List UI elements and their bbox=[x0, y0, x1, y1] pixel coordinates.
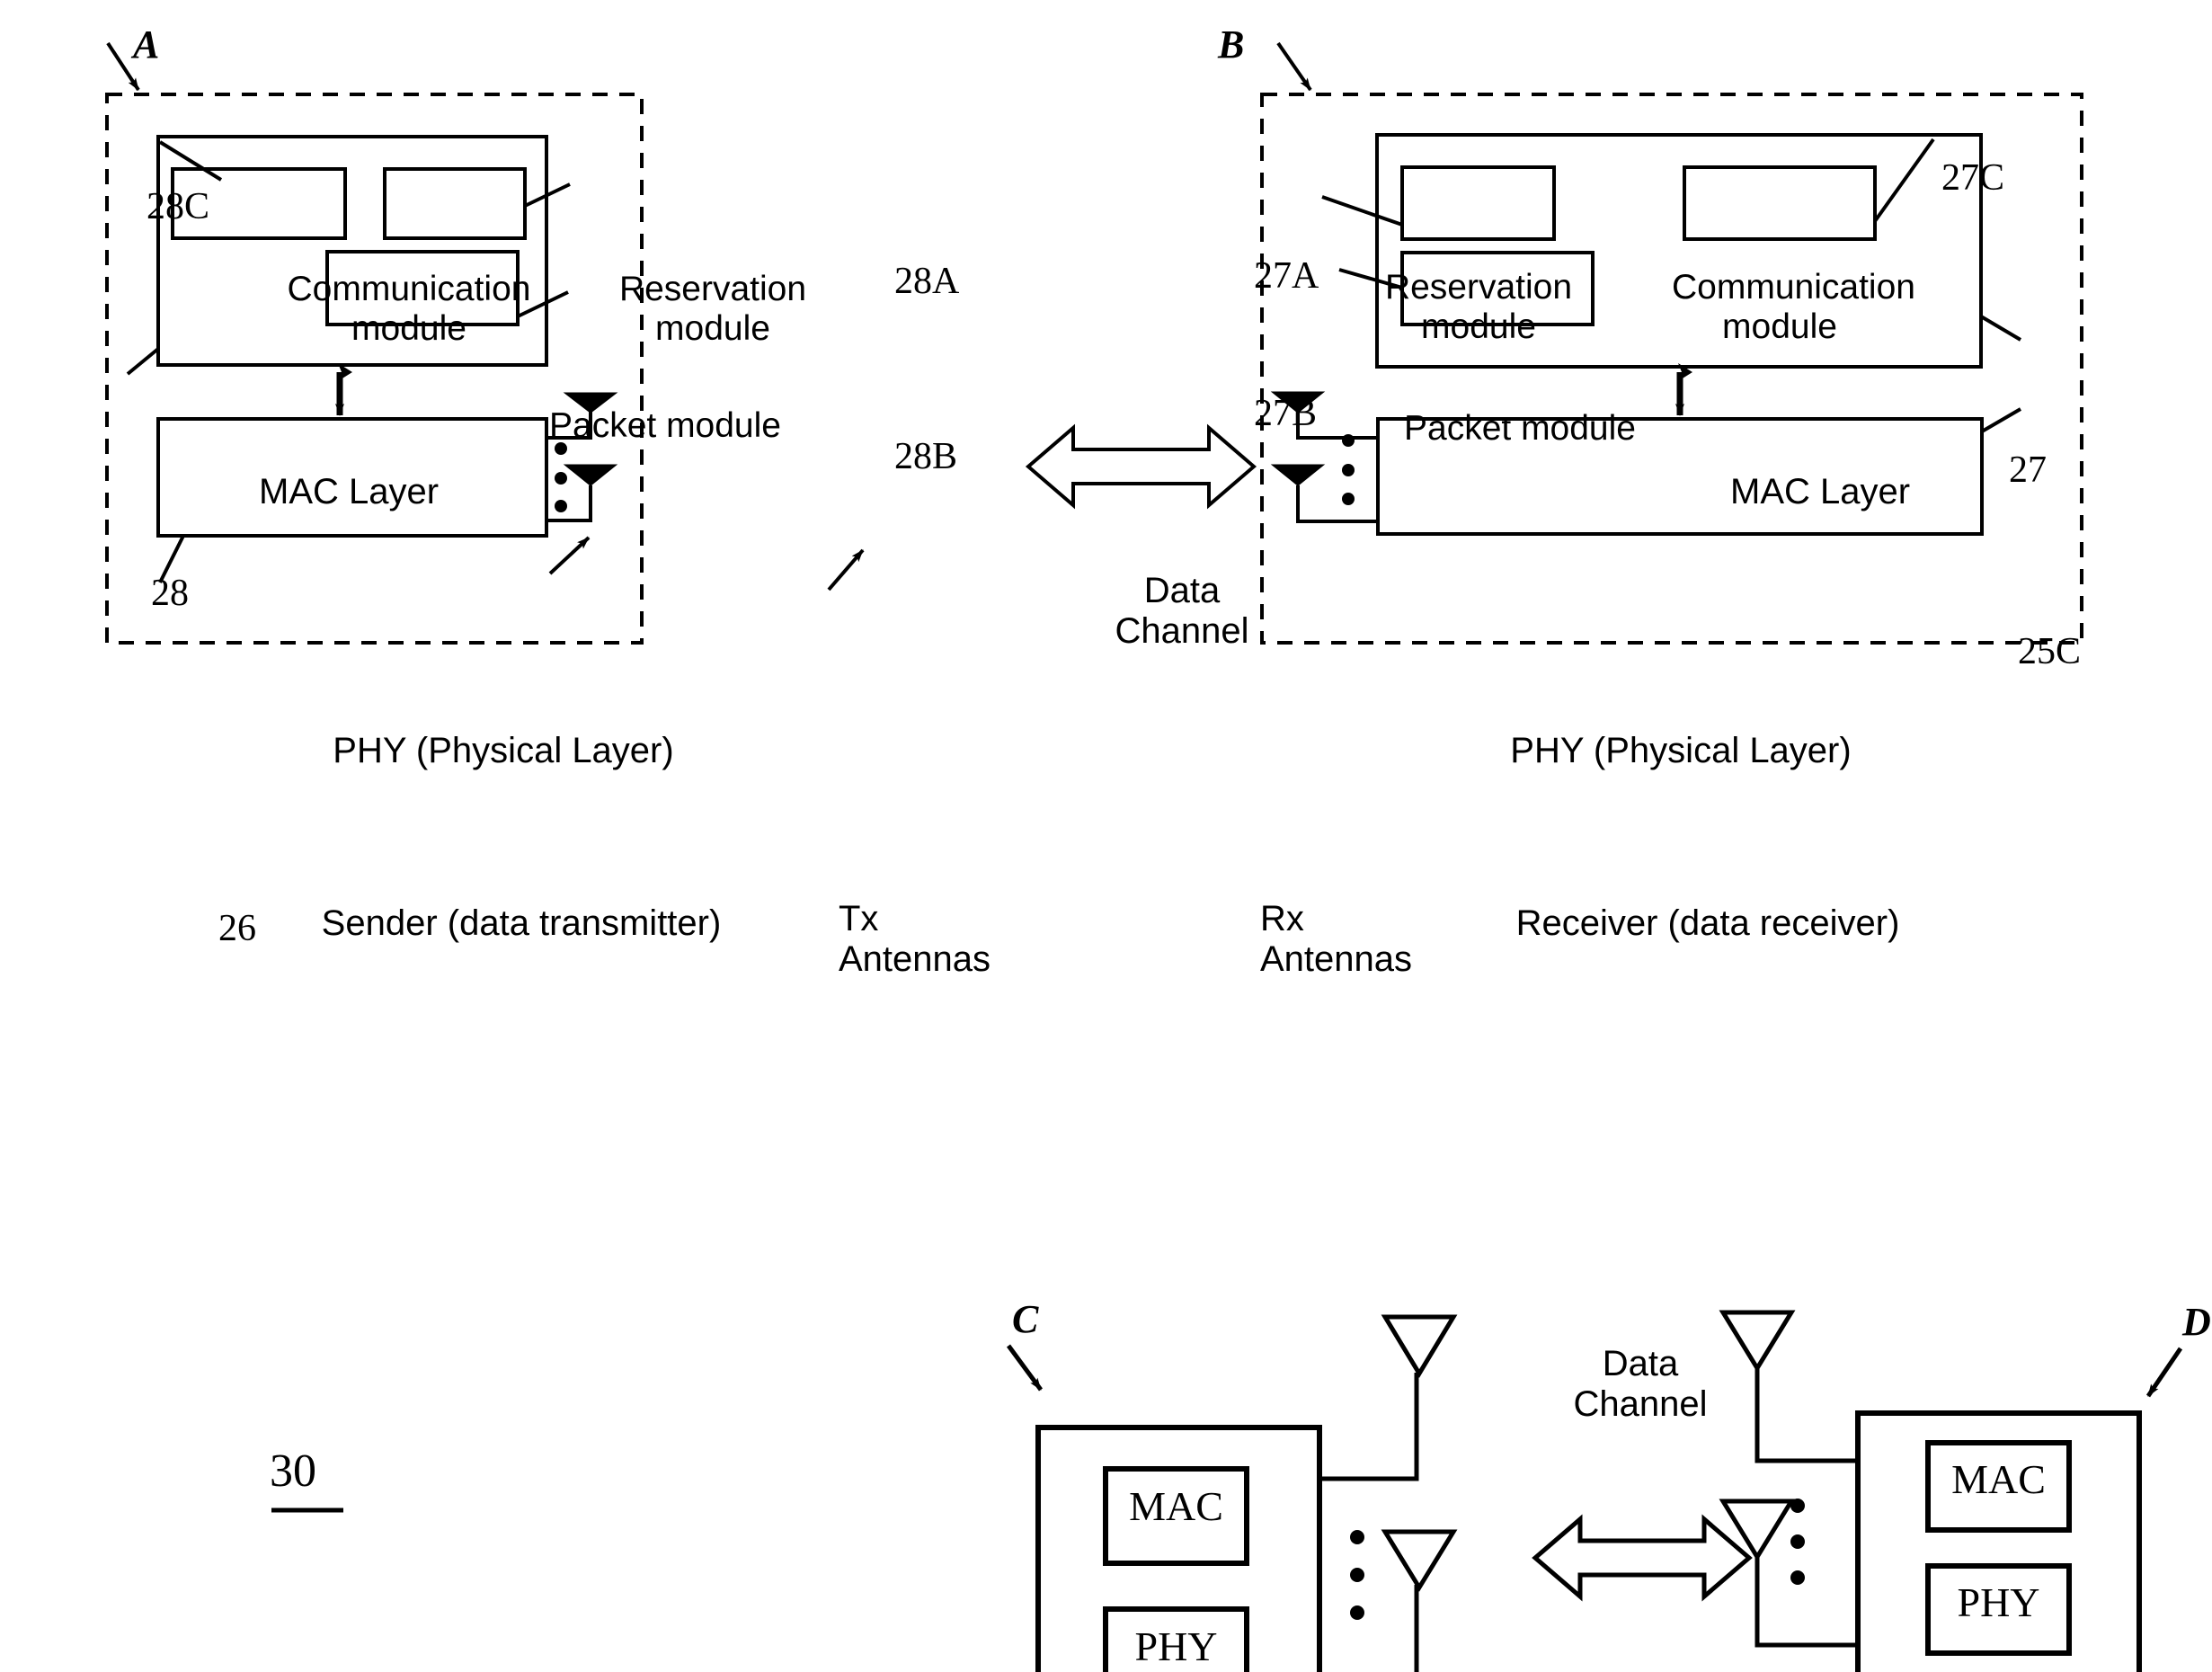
bottom-data-channel-arrow bbox=[1532, 1514, 1753, 1602]
top-data-channel-label: Data Channel bbox=[1115, 571, 1249, 651]
device-a-packet-module-label: Packet module bbox=[549, 406, 781, 445]
tx-antennas-label: Tx Antennas bbox=[839, 899, 991, 979]
ref-28-label: 28 bbox=[151, 573, 189, 614]
tx-antennas-leader bbox=[548, 536, 591, 575]
ref-27a-leader bbox=[1321, 195, 1403, 227]
patent-figure-canvas: A 28C 28A 28B 28 26 Communication module… bbox=[0, 0, 2212, 1672]
device-b-antenna-feed-bottom-line bbox=[1296, 485, 1378, 523]
device-b-role-label: Receiver (data receiver) bbox=[1515, 903, 1900, 943]
device-b-antenna-dot-2 bbox=[1342, 464, 1355, 476]
figure-number-label: 30 bbox=[270, 1445, 316, 1497]
device-c-antenna-dot-1 bbox=[1350, 1530, 1364, 1544]
device-d-box bbox=[1855, 1410, 2142, 1672]
device-b-antenna-dot-3 bbox=[1342, 493, 1355, 505]
ref-28a-label: 28A bbox=[894, 261, 960, 302]
device-d-antenna-dot-1 bbox=[1790, 1499, 1805, 1513]
device-d-antenna-feed-top bbox=[1754, 1367, 1858, 1463]
device-d-antenna-dot-2 bbox=[1790, 1534, 1805, 1549]
device-a-mac-layer-label: MAC Layer bbox=[259, 472, 440, 511]
device-b-communication-module-box bbox=[1683, 165, 1877, 241]
device-a-reservation-module-box bbox=[383, 167, 527, 240]
device-d-antenna-feed-bottom bbox=[1754, 1555, 1858, 1648]
ref-25c-label: 25C bbox=[2018, 631, 2082, 672]
ref-25c-leader bbox=[1980, 407, 2022, 433]
callout-b-leader bbox=[1276, 41, 1312, 92]
ref-28c-label: 28C bbox=[147, 186, 210, 227]
device-c-antenna-feed-top bbox=[1319, 1373, 1419, 1481]
device-a-antenna-feed-bottom bbox=[546, 485, 592, 522]
device-b-antenna-icon-bottom bbox=[1270, 464, 1326, 486]
device-b-reservation-module-box bbox=[1400, 165, 1556, 241]
callout-d-leader bbox=[2145, 1347, 2183, 1398]
callout-d-label: D bbox=[2182, 1300, 2211, 1344]
callout-c-label: C bbox=[1012, 1297, 1039, 1341]
ref-27b-label: 27B bbox=[1254, 393, 1318, 434]
device-a-phy-label: PHY (Physical Layer) bbox=[333, 731, 674, 770]
ref-27a-label: 27A bbox=[1254, 255, 1319, 297]
device-c-antenna-icon-bottom bbox=[1381, 1529, 1458, 1592]
callout-c-leader bbox=[1006, 1344, 1044, 1392]
device-a-antenna-dot-3 bbox=[555, 500, 567, 512]
device-b-phy-label: PHY (Physical Layer) bbox=[1510, 731, 1852, 770]
ref-28-leader bbox=[126, 347, 160, 376]
device-a-antenna-dot-2 bbox=[555, 472, 567, 485]
device-a-role-label: Sender (data transmitter) bbox=[321, 903, 722, 943]
device-b-mac-layer-label: MAC Layer bbox=[1730, 472, 1911, 511]
device-c-antenna-dot-2 bbox=[1350, 1568, 1364, 1582]
device-b-communication-module-label: Communication module bbox=[1672, 268, 1915, 346]
device-d-antenna-dot-3 bbox=[1790, 1570, 1805, 1585]
device-a-reservation-module-label: Reservation module bbox=[618, 270, 807, 348]
device-b-antenna-dot-1 bbox=[1342, 434, 1355, 447]
ref-27c-leader bbox=[1873, 138, 1935, 223]
ref-27c-label: 27C bbox=[1941, 157, 2005, 199]
device-d-mac-label: MAC bbox=[1951, 1456, 2046, 1502]
device-c-mac-label: MAC bbox=[1129, 1483, 1223, 1529]
diagram-vector-layer bbox=[105, 41, 2183, 1672]
rx-antennas-leader bbox=[827, 548, 865, 591]
callout-a-label: A bbox=[133, 22, 160, 67]
device-c-antenna-icon-top bbox=[1381, 1314, 1458, 1378]
device-d-phy-label: PHY bbox=[1957, 1579, 2040, 1625]
ref-27-label: 27 bbox=[2009, 449, 2047, 491]
device-b-packet-module-label: Packet module bbox=[1404, 409, 1636, 448]
device-a-antenna-icon-bottom bbox=[563, 464, 618, 486]
device-c-phy-label: PHY bbox=[1134, 1623, 1218, 1669]
device-b-reservation-module-label: Reservation module bbox=[1384, 268, 1573, 346]
device-c-antenna-feed-bottom bbox=[1414, 1585, 1419, 1672]
ref-28c-leader bbox=[158, 140, 223, 182]
ref-27-leader bbox=[1979, 315, 2022, 342]
device-c-antenna-dot-3 bbox=[1350, 1605, 1364, 1620]
callout-b-label: B bbox=[1218, 22, 1245, 67]
rx-antennas-label: Rx Antennas bbox=[1260, 899, 1413, 979]
ref-26-label: 26 bbox=[218, 908, 256, 949]
bottom-data-channel-label: Data Channel bbox=[1573, 1344, 1708, 1424]
device-a-communication-module-label: Communication module bbox=[287, 270, 531, 348]
top-data-channel-arrow bbox=[1025, 423, 1257, 510]
ref-28b-label: 28B bbox=[894, 436, 958, 477]
